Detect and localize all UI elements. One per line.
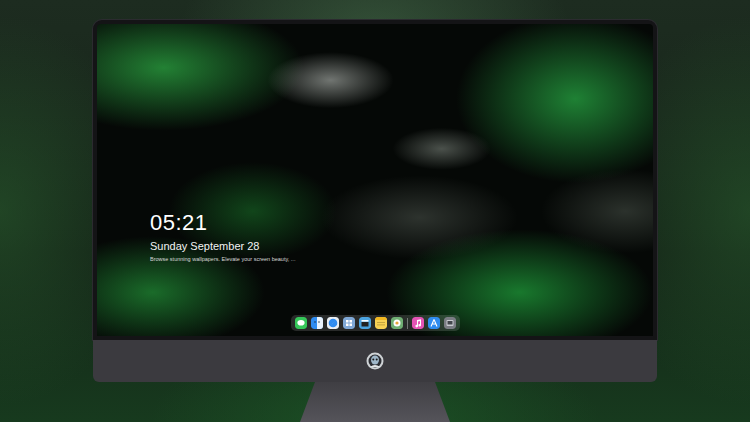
finder-icon[interactable]: [311, 317, 323, 329]
appstore-icon[interactable]: [428, 317, 440, 329]
lock-screen: 05:21 Sunday September 28 Browse stunning …: [97, 24, 653, 336]
dock: [291, 315, 460, 331]
system-icon[interactable]: [444, 317, 456, 329]
dock-separator: [407, 318, 408, 329]
clapper-icon[interactable]: [359, 317, 371, 329]
desktop-mockup: 05:21 Sunday September 28 Browse stunning …: [0, 0, 750, 422]
launcher-icon[interactable]: [343, 317, 355, 329]
notes-icon[interactable]: [375, 317, 387, 329]
monitor-bezel: 05:21 Sunday September 28 Browse stunning …: [93, 20, 657, 340]
monitor-stand: [300, 382, 450, 422]
safari-icon[interactable]: [327, 317, 339, 329]
photos-icon[interactable]: [391, 317, 403, 329]
caption: Browse stunning wallpapers. Elevate your…: [150, 256, 410, 263]
lock-info: 05:21 Sunday September 28 Browse stunning …: [150, 211, 653, 264]
clock: 05:21: [150, 211, 653, 235]
monitor-chin: [93, 340, 657, 382]
date: Sunday September 28: [150, 239, 653, 253]
music-icon[interactable]: [412, 317, 424, 329]
brand-logo-icon: [366, 352, 384, 370]
messages-icon[interactable]: [295, 317, 307, 329]
